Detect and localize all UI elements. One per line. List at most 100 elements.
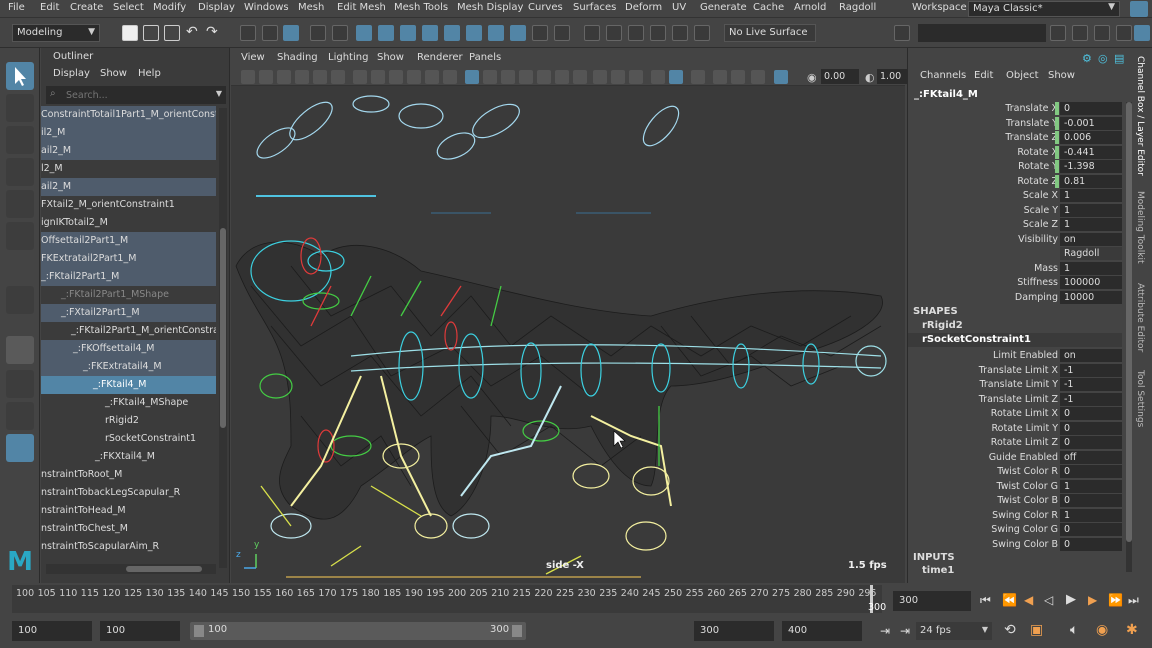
outliner-row[interactable]: nstraintTobackLegScapular_R bbox=[41, 484, 216, 502]
menu-ragdoll[interactable]: Ragdoll bbox=[839, 2, 876, 13]
outliner-row[interactable]: _:FKtail2Part1_M bbox=[41, 268, 216, 286]
outliner-row[interactable]: _:FKtail2Part1_MShape bbox=[41, 286, 216, 304]
tab-modeling-toolkit[interactable]: Modeling Toolkit bbox=[1135, 191, 1145, 264]
range-end-handle[interactable] bbox=[512, 625, 522, 637]
channel-value[interactable]: 0.006 bbox=[1060, 131, 1122, 144]
select-tool-icon[interactable] bbox=[6, 62, 34, 90]
safe-action-icon[interactable] bbox=[443, 70, 457, 84]
outliner-row[interactable]: l2_M bbox=[41, 160, 216, 178]
range-start-handle[interactable] bbox=[194, 625, 204, 637]
menu-arnold[interactable]: Arnold bbox=[794, 2, 826, 13]
ipr-render-icon[interactable] bbox=[672, 25, 688, 41]
menu-display[interactable]: Display bbox=[198, 2, 235, 13]
step-back-key-icon[interactable]: ⏪ bbox=[1002, 593, 1017, 607]
channel-value[interactable]: 1 bbox=[1060, 261, 1122, 275]
go-to-start-icon[interactable]: ⏮ bbox=[980, 593, 991, 608]
menu-set-dropdown[interactable]: Modeling ▼ bbox=[12, 24, 100, 42]
viewport-menu-shading[interactable]: Shading bbox=[277, 52, 318, 63]
channels-menu-edit[interactable]: Edit bbox=[974, 70, 993, 81]
outliner-row[interactable]: ail2_M bbox=[41, 142, 216, 160]
step-back-frame-icon[interactable]: ◀ bbox=[1024, 593, 1033, 607]
attribute-editor-icon[interactable] bbox=[1094, 25, 1110, 41]
four-view-icon[interactable] bbox=[6, 370, 34, 398]
outliner-row[interactable]: _:FKtail4_MShape bbox=[41, 394, 216, 412]
menu-file[interactable]: File bbox=[8, 2, 25, 13]
channel-row[interactable]: Translate Y -0.001 bbox=[908, 116, 1134, 131]
tab-tool-settings[interactable]: Tool Settings bbox=[1135, 370, 1145, 427]
tab-attribute-editor[interactable]: Attribute Editor bbox=[1135, 283, 1145, 352]
channel-row[interactable]: Rotate Limit Y0 bbox=[908, 421, 1134, 436]
channel-row[interactable]: Translate Limit Y -1 bbox=[908, 378, 1134, 392]
tab-channel-box-layer-editor[interactable]: Channel Box / Layer Editor bbox=[1135, 56, 1145, 176]
ambient-occlusion-icon[interactable] bbox=[651, 70, 665, 84]
outliner-row[interactable]: ConstraintTotail1Part1_M_orientConstrain bbox=[41, 106, 216, 124]
tool-settings-icon[interactable] bbox=[1116, 25, 1132, 41]
snap-pivot-icon[interactable] bbox=[510, 25, 526, 41]
select-component-icon[interactable] bbox=[283, 25, 299, 41]
highlight-selection-icon[interactable] bbox=[332, 25, 348, 41]
viewport-panel[interactable]: View Shading Lighting Show Renderer Pane… bbox=[231, 48, 907, 583]
outliner-menu-display[interactable]: Display bbox=[53, 68, 90, 79]
channel-row[interactable]: Swing Color G0 bbox=[908, 523, 1134, 537]
viewport-menu-lighting[interactable]: Lighting bbox=[328, 52, 368, 63]
image-plane-icon[interactable] bbox=[295, 70, 309, 84]
snap-grid-icon[interactable] bbox=[356, 25, 372, 41]
menu-uv[interactable]: UV bbox=[672, 2, 686, 13]
channel-row[interactable]: Swing Color R1 bbox=[908, 508, 1134, 523]
channel-row[interactable]: Rotate Y -1.398 bbox=[908, 160, 1134, 174]
animation-start-field[interactable]: 100 bbox=[12, 621, 92, 641]
outliner-row[interactable]: _:FKExtratail4_M bbox=[41, 358, 216, 376]
render-icon[interactable] bbox=[650, 25, 666, 41]
channel-row[interactable]: Twist Color B0 bbox=[908, 494, 1134, 508]
select-object-icon[interactable] bbox=[262, 25, 278, 41]
user-icon[interactable] bbox=[1130, 1, 1148, 17]
last-tool-icon[interactable] bbox=[6, 286, 34, 314]
outliner-row[interactable]: rRigid2 bbox=[41, 412, 216, 430]
2d-pan-icon[interactable] bbox=[331, 70, 345, 84]
depth-of-field-icon[interactable] bbox=[731, 70, 745, 84]
snap-surface-icon[interactable] bbox=[444, 25, 460, 41]
outliner-search[interactable]: ⌕ ▼ bbox=[46, 86, 226, 104]
exposure-icon[interactable] bbox=[774, 70, 788, 84]
channel-value[interactable]: 0 bbox=[1060, 421, 1122, 435]
menu-mesh-display[interactable]: Mesh Display bbox=[457, 2, 523, 13]
channel-value[interactable]: 0 bbox=[1060, 407, 1122, 420]
channel-row[interactable]: Twist Color R0 bbox=[908, 465, 1134, 479]
sound-icon[interactable]: 🔈︎ bbox=[1070, 622, 1078, 638]
channel-row[interactable]: Visibility on bbox=[908, 232, 1134, 247]
exposure-reset-icon[interactable]: ◉ bbox=[807, 71, 817, 84]
outliner-row[interactable]: Offsettail2Part1_M bbox=[41, 232, 216, 250]
channel-row[interactable]: Translate Limit X -1 bbox=[908, 363, 1134, 378]
channel-row[interactable]: Rotate Limit Z0 bbox=[908, 436, 1134, 450]
channel-value[interactable]: off bbox=[1060, 450, 1122, 464]
render-settings-icon[interactable] bbox=[694, 25, 710, 41]
auto-key-icon[interactable]: ◉ bbox=[1096, 622, 1108, 638]
menu-curves[interactable]: Curves bbox=[528, 2, 563, 13]
bookmark-icon[interactable] bbox=[277, 70, 291, 84]
channel-box-toggle-icon[interactable]: ◎ bbox=[1098, 52, 1108, 65]
outliner-row-selected[interactable]: _:FKtail4_M bbox=[41, 376, 216, 394]
character-controls-icon[interactable] bbox=[1072, 25, 1088, 41]
heads-up-display-icon[interactable] bbox=[751, 70, 765, 84]
snap-view-icon[interactable] bbox=[422, 25, 438, 41]
channel-value[interactable]: 100000 bbox=[1060, 276, 1122, 289]
outliner-hscrollbar[interactable] bbox=[46, 564, 216, 574]
viewport-menu-view[interactable]: View bbox=[241, 52, 265, 63]
menu-edit-mesh[interactable]: Edit Mesh bbox=[337, 2, 386, 13]
channel-row[interactable]: Rotate Z 0.81 bbox=[908, 174, 1134, 189]
channel-row[interactable]: Rotate X -0.441 bbox=[908, 145, 1134, 160]
channel-row[interactable]: Translate Limit Z -1 bbox=[908, 392, 1134, 407]
menu-mesh-tools[interactable]: Mesh Tools bbox=[394, 2, 448, 13]
multisample-icon[interactable] bbox=[713, 70, 727, 84]
channel-row[interactable]: Guide Enabled off bbox=[908, 450, 1134, 465]
command-field[interactable] bbox=[918, 24, 1046, 42]
channel-value[interactable]: 1 bbox=[1060, 189, 1122, 202]
ragdoll-icon[interactable]: ⚙ bbox=[1082, 52, 1092, 65]
key-marker-icon[interactable]: ⇥ bbox=[900, 624, 910, 638]
channel-row[interactable]: Scale X1 bbox=[908, 189, 1134, 203]
live-surface-field[interactable]: No Live Surface bbox=[724, 24, 816, 42]
key-marker-icon[interactable]: ⇥ bbox=[880, 624, 890, 638]
channel-row[interactable]: Damping 10000 bbox=[908, 290, 1134, 305]
channels-menu-channels[interactable]: Channels bbox=[920, 70, 966, 81]
resolution-gate-icon[interactable] bbox=[389, 70, 403, 84]
